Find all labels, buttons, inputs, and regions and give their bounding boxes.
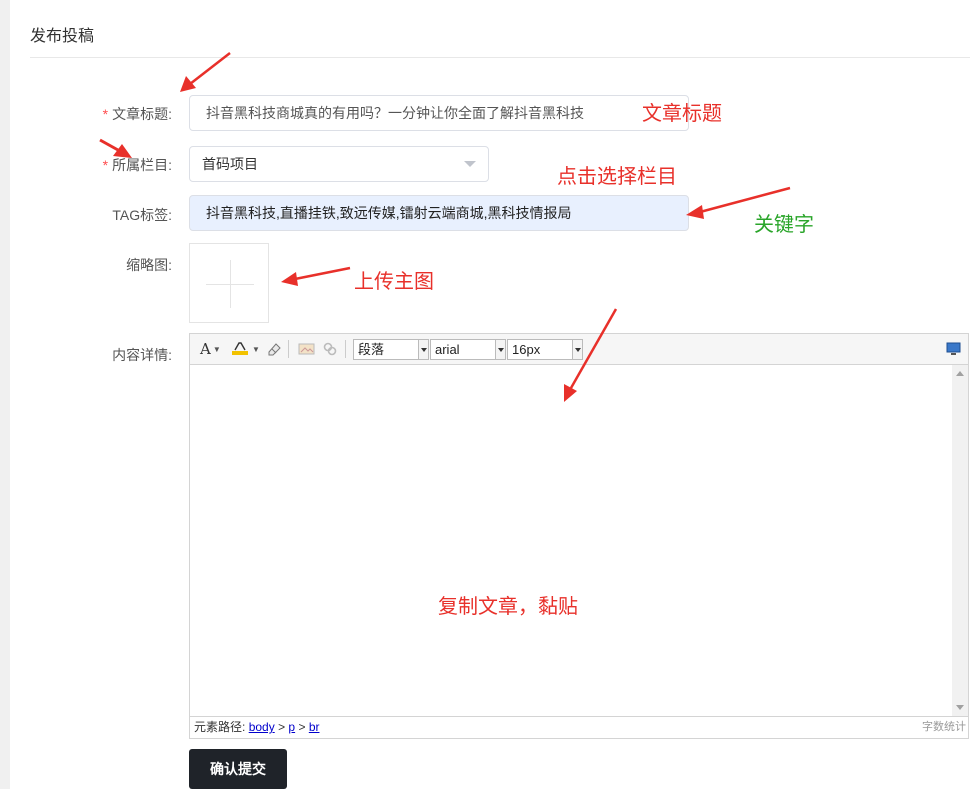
content-label: 内容详情: [112,347,172,363]
annotation-upload-main-image: 上传主图 [354,271,434,293]
category-label: * 所属栏目: [103,155,172,175]
title-input[interactable]: 抖音黑科技商城真的有用吗？一分钟让你全面了解抖音黑科技 [189,95,689,131]
path-item-br[interactable]: br [309,720,320,734]
thumbnail-upload[interactable] [189,243,269,323]
path-item-p[interactable]: p [288,720,295,734]
editor-content-area[interactable] [190,365,952,716]
required-mark: * [102,106,109,122]
plus-icon [230,260,231,308]
eraser-button[interactable] [266,339,282,359]
toolbar-separator [345,340,346,358]
font-color-button[interactable]: A ▼ [200,339,221,359]
annotation-choose-category: 点击选择栏目 [557,166,677,188]
font-size-value: 16px [512,342,541,357]
monitor-icon [946,342,961,355]
path-separator: > [278,720,286,734]
annotation-keywords: 关键字 [754,214,814,236]
arrow-icon [99,138,119,152]
highlight-button[interactable]: ▼ [232,339,260,359]
fullscreen-button[interactable] [946,339,961,359]
image-icon [298,343,315,355]
tag-input[interactable]: 抖音黑科技,直播挂铁,致远传媒,镭射云端商城,黑科技情报局 [189,195,689,231]
caret-down-icon [464,161,476,167]
path-separator: > [298,720,306,734]
title-divider [30,57,970,58]
thumbnail-label: 缩略图: [126,257,172,273]
tag-label: TAG标签: [112,207,172,223]
link-button[interactable] [322,339,338,359]
font-color-icon: A [200,340,211,358]
word-count: 字数统计 [922,721,966,733]
chevron-down-icon [418,340,428,359]
highlight-icon [232,342,248,355]
category-selected-value: 首码项目 [202,156,258,172]
editor-toolbar: A ▼ ▼ 段落 arial 16px [190,334,968,365]
rich-text-editor: A ▼ ▼ 段落 arial 16px 元素路径: body > p > br … [189,333,969,739]
link-icon [323,342,337,356]
scroll-down-icon[interactable] [956,705,964,710]
chevron-down-icon [495,340,505,359]
left-edge-strip [0,0,10,789]
arrow-head-icon [281,272,298,286]
submit-button[interactable]: 确认提交 [189,749,287,789]
paragraph-format-select[interactable]: 段落 [353,339,429,360]
editor-status-bar: 元素路径: body > p > br 字数统计 [190,716,968,738]
chevron-down-icon [572,340,582,359]
annotation-article-title: 文章标题 [642,103,722,125]
paragraph-format-value: 段落 [358,342,385,357]
element-path-label: 元素路径: [194,720,246,734]
category-label-text: 所属栏目: [112,157,172,173]
path-item-body[interactable]: body [249,720,275,734]
font-size-select[interactable]: 16px [507,339,583,360]
arrow-icon [294,266,351,281]
page-title: 发布投稿 [30,28,95,45]
font-family-select[interactable]: arial [430,339,506,360]
annotation-paste-article: 复制文章，黏贴 [438,596,578,618]
chevron-down-icon: ▼ [212,344,221,354]
scroll-up-icon[interactable] [956,371,964,376]
editor-scrollbar[interactable] [952,365,968,716]
title-label-text: 文章标题: [112,106,172,122]
required-mark: * [102,157,109,173]
arrow-head-icon [180,76,196,92]
chevron-down-icon: ▼ [252,344,260,354]
font-family-value: arial [435,342,460,357]
category-select[interactable]: 首码项目 [189,146,489,182]
toolbar-separator [288,340,289,358]
image-button[interactable] [298,339,316,359]
title-label: * 文章标题: [103,104,172,124]
eraser-icon [268,343,281,356]
